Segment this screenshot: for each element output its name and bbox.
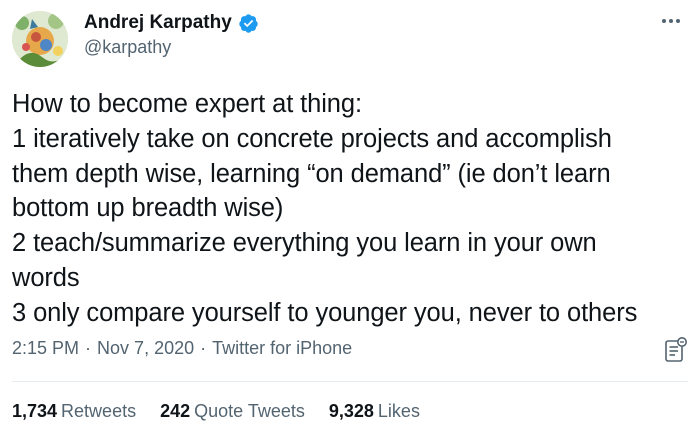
likes-count: 9,328: [328, 401, 374, 421]
tweet-date[interactable]: Nov 7, 2020: [97, 338, 194, 359]
tweet-line: How to become expert at thing:: [12, 90, 362, 118]
author-name-row: Andrej Karpathy: [84, 12, 259, 34]
more-horizontal-icon: [662, 19, 666, 23]
author-handle[interactable]: @karpathy: [84, 37, 171, 58]
tweet-line: bottom up breadth wise): [12, 194, 284, 223]
tweet-meta: 2:15 PM · Nov 7, 2020 · Twitter for iPho…: [12, 338, 352, 359]
quote-tweets-stat[interactable]: 242 Quote Tweets: [160, 401, 305, 422]
more-options-button[interactable]: [656, 10, 686, 32]
more-dot: [676, 19, 680, 23]
tweet-line: words: [12, 263, 80, 292]
engagement-stats: 1,734 Retweets 242 Quote Tweets 9,328 Likes: [12, 401, 420, 422]
verified-badge-icon: [238, 13, 259, 34]
author-display-name[interactable]: Andrej Karpathy: [84, 12, 232, 34]
likes-stat[interactable]: 9,328 Likes: [329, 401, 420, 422]
tweet-line: them depth wise, learning “on demand” (i…: [12, 159, 611, 188]
avatar-image: [12, 11, 68, 67]
tweet-line: 3 only compare yourself to younger you, …: [12, 298, 638, 327]
quote-tweets-count: 242: [160, 401, 191, 421]
meta-separator: ·: [200, 338, 207, 358]
avatar[interactable]: [12, 11, 68, 67]
retweets-stat[interactable]: 1,734 Retweets: [12, 401, 136, 422]
divider: [12, 381, 688, 382]
retweets-count: 1,734: [12, 401, 58, 421]
tweet-time[interactable]: 2:15 PM: [12, 338, 79, 359]
tweet-line: 2 teach/summarize everything you learn i…: [12, 229, 597, 258]
analytics-icon[interactable]: [664, 336, 688, 364]
likes-label: Likes: [377, 401, 420, 421]
tweet-source[interactable]: Twitter for iPhone: [212, 338, 352, 359]
retweets-label: Retweets: [61, 401, 137, 421]
more-dot: [669, 19, 673, 23]
tweet-card: Andrej Karpathy @karpathy How to become …: [0, 0, 700, 433]
meta-separator: ·: [85, 338, 92, 358]
quote-tweets-label: Quote Tweets: [194, 401, 305, 421]
tweet-line: 1 iteratively take on concrete projects …: [12, 124, 612, 153]
tweet-text: How to become expert at thing: 1 iterati…: [12, 87, 692, 331]
